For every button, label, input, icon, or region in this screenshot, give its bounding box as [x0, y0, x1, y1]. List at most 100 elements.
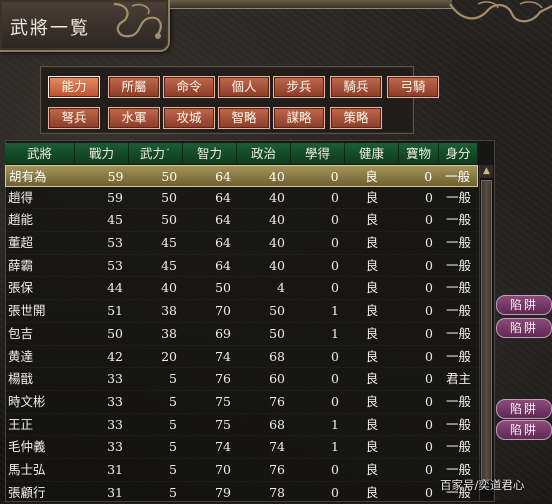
- table-cell: 良: [365, 235, 379, 251]
- table-header: 武將 戰力 武力˙ 智力 政治 學得 健康 寶物 身分: [5, 143, 478, 164]
- category-button[interactable]: 謀略: [273, 107, 325, 129]
- trap-tag[interactable]: 陷阱: [496, 420, 552, 440]
- table-cell: 5: [169, 461, 177, 477]
- category-button[interactable]: 步兵: [273, 76, 325, 98]
- column-header[interactable]: 寶物: [399, 143, 439, 164]
- table-row[interactable]: 趙能 45 50 64 40 0 良 0 一般: [5, 209, 478, 232]
- table-cell: 0: [331, 257, 339, 273]
- table-cell: 74: [215, 348, 231, 364]
- table-row[interactable]: 馬士弘 31 5 70 76 0 良 0 一般: [5, 459, 478, 482]
- table-row[interactable]: 王正 33 5 75 68 1 良 0 一般: [5, 414, 478, 437]
- table-cell: 50: [161, 169, 178, 184]
- table-cell: 0: [331, 235, 339, 251]
- table-cell: 5: [169, 484, 177, 500]
- table-cell: 31: [107, 484, 123, 500]
- table-cell: 一般: [445, 348, 471, 364]
- table-cell: 74: [269, 439, 285, 455]
- table-cell: 4: [277, 280, 285, 296]
- table-cell: 78: [269, 484, 285, 500]
- table-cell: 50: [161, 212, 177, 228]
- category-button[interactable]: 所屬: [108, 76, 160, 98]
- scroll-up-arrow-icon[interactable]: ▲: [480, 165, 493, 178]
- officer-name-cell: 包吉: [8, 325, 34, 341]
- column-header[interactable]: 武將: [5, 143, 75, 164]
- table-cell: 良: [365, 280, 379, 296]
- column-header[interactable]: 學得: [291, 143, 345, 164]
- sort-indicator-icon: ˙: [164, 146, 172, 161]
- table-row[interactable]: 胡有為 59 50 64 40 0 良 0 一般: [5, 165, 478, 187]
- column-header[interactable]: 政治: [237, 143, 291, 164]
- table-cell: 良: [365, 439, 379, 455]
- top-right-ornament-icon: [449, 1, 552, 23]
- column-header[interactable]: 智力: [183, 143, 237, 164]
- table-row[interactable]: 楊戩 33 5 76 60 0 良 0 君主: [5, 368, 478, 391]
- officer-name-cell: 張顧行: [8, 484, 46, 500]
- officer-name-cell: 張世開: [8, 303, 46, 319]
- table-cell: 0: [425, 348, 433, 364]
- category-button[interactable]: 弓騎: [387, 76, 439, 98]
- table-cell: 0: [331, 371, 339, 387]
- column-header[interactable]: 武力˙: [129, 143, 183, 164]
- table-cell: 79: [215, 484, 231, 500]
- table-cell: 64: [215, 235, 231, 251]
- trap-tag[interactable]: 陷阱: [496, 318, 552, 338]
- table-cell: 一般: [445, 212, 471, 228]
- table-cell: 0: [331, 461, 339, 477]
- table-body: 胡有為 59 50 64 40 0 良 0 一般 趙得 59 50 64 40 0 良 0 一般 趙能 45 50 64 4…: [5, 165, 478, 504]
- table-cell: 38: [161, 303, 177, 319]
- column-header[interactable]: 戰力: [75, 143, 129, 164]
- table-row[interactable]: 時文彬 33 5 75 76 0 良 0 一般: [5, 391, 478, 414]
- table-cell: 50: [269, 303, 285, 319]
- table-cell: 一般: [445, 257, 471, 273]
- table-cell: 良: [365, 393, 379, 409]
- officer-name-cell: 胡有為: [9, 169, 47, 184]
- table-cell: 74: [215, 439, 231, 455]
- table-cell: 40: [269, 257, 285, 273]
- table-row[interactable]: 張世開 51 38 70 50 1 良 0 一般: [5, 300, 478, 323]
- category-button[interactable]: 水軍: [108, 107, 160, 129]
- table-row[interactable]: 包吉 50 38 69 50 1 良 0 一般: [5, 323, 478, 346]
- title-ornament-icon: [113, 2, 162, 39]
- table-cell: 44: [107, 280, 123, 296]
- category-button[interactable]: 弩兵: [48, 107, 100, 129]
- table-row[interactable]: 黄達 42 20 74 68 0 良 0 一般: [5, 346, 478, 369]
- officer-name-cell: 董超: [8, 235, 34, 251]
- table-cell: 君主: [445, 371, 471, 387]
- category-button[interactable]: 命令: [163, 76, 215, 98]
- scroll-thumb[interactable]: [481, 180, 492, 480]
- category-button[interactable]: 騎兵: [330, 76, 382, 98]
- table-cell: 0: [425, 461, 433, 477]
- table-cell: 一般: [445, 169, 471, 184]
- table-cell: 良: [365, 461, 379, 477]
- table-cell: 0: [331, 348, 339, 364]
- table-row[interactable]: 毛仲義 33 5 74 74 1 良 0 一般: [5, 436, 478, 459]
- vertical-scrollbar[interactable]: ▲: [479, 165, 493, 500]
- category-button[interactable]: 能力: [48, 76, 100, 98]
- table-cell: 一般: [445, 280, 471, 296]
- table-row[interactable]: 張顧行 31 5 79 78 0 良 0 一般: [5, 482, 478, 504]
- table-cell: 69: [215, 325, 231, 341]
- column-header[interactable]: 健康: [345, 143, 399, 164]
- watermark: 百家号/奕道君心: [440, 478, 525, 492]
- table-cell: 良: [365, 484, 379, 500]
- table-cell: 5: [169, 371, 177, 387]
- column-header[interactable]: 身分: [439, 143, 478, 164]
- table-cell: 40: [269, 212, 285, 228]
- category-button[interactable]: 智略: [218, 107, 270, 129]
- table-cell: 1: [331, 303, 339, 319]
- table-row[interactable]: 董超 53 45 64 40 0 良 0 一般: [5, 232, 478, 255]
- table-row[interactable]: 趙得 59 50 64 40 0 良 0 一般: [5, 187, 478, 210]
- table-cell: 良: [365, 169, 378, 184]
- table-row[interactable]: 張保 44 40 50 4 0 良 0 一般: [5, 277, 478, 300]
- table-cell: 53: [107, 257, 123, 273]
- category-button[interactable]: 個人: [218, 76, 270, 98]
- table-cell: 良: [365, 303, 379, 319]
- table-row[interactable]: 薛霸 53 45 64 40 0 良 0 一般: [5, 255, 478, 278]
- table-cell: 一般: [445, 303, 471, 319]
- officer-name-cell: 楊戩: [8, 371, 34, 387]
- category-button[interactable]: 策略: [330, 107, 382, 129]
- trap-tag[interactable]: 陷阱: [496, 399, 552, 419]
- category-button[interactable]: 攻城: [163, 107, 215, 129]
- table-cell: 70: [215, 461, 231, 477]
- trap-tag[interactable]: 陷阱: [496, 295, 552, 315]
